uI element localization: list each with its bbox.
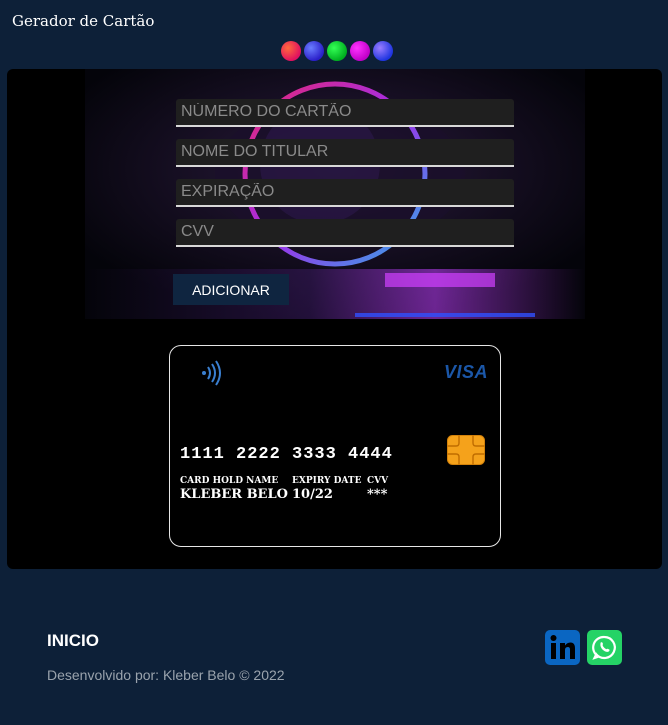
whatsapp-icon[interactable] (587, 630, 622, 665)
cvv-input[interactable] (176, 219, 514, 247)
add-button[interactable]: ADICIONAR (173, 274, 289, 305)
holder-name-input[interactable] (176, 139, 514, 167)
credit-card-preview: VISA 1111 2222 3333 4444 CARD HOLD NAME … (169, 345, 501, 547)
chip-icon (447, 435, 485, 470)
linkedin-icon[interactable] (545, 630, 580, 665)
theme-swatch-red-orange[interactable] (281, 41, 301, 61)
contactless-icon (200, 360, 222, 391)
holder-label: CARD HOLD NAME (180, 476, 279, 486)
card-number: 1111 2222 3333 4444 (180, 445, 393, 464)
theme-swatch-magenta[interactable] (350, 41, 370, 61)
cvv-value: *** (367, 487, 388, 502)
expiration-input[interactable] (176, 179, 514, 207)
holder-value: KLEBER BELO (180, 487, 288, 502)
expiry-value: 10/22 (292, 487, 333, 502)
footer-title: INICIO (47, 631, 99, 650)
card-number-input[interactable] (176, 99, 514, 127)
app-title: Gerador de Cartão (12, 12, 155, 30)
visa-logo: VISA (443, 362, 488, 382)
theme-swatch-blue[interactable] (304, 41, 324, 61)
theme-swatch-green[interactable] (327, 41, 347, 61)
main-panel: ADICIONAR VISA 1111 2222 3333 4444 CARD … (7, 69, 662, 569)
cvv-label: CVV (367, 476, 389, 486)
footer-credit: Desenvolvido por: Kleber Belo © 2022 (47, 667, 285, 683)
theme-swatch-violet-blue[interactable] (373, 41, 393, 61)
expiry-label: EXPIRY DATE (292, 476, 362, 486)
theme-swatches (281, 41, 393, 61)
